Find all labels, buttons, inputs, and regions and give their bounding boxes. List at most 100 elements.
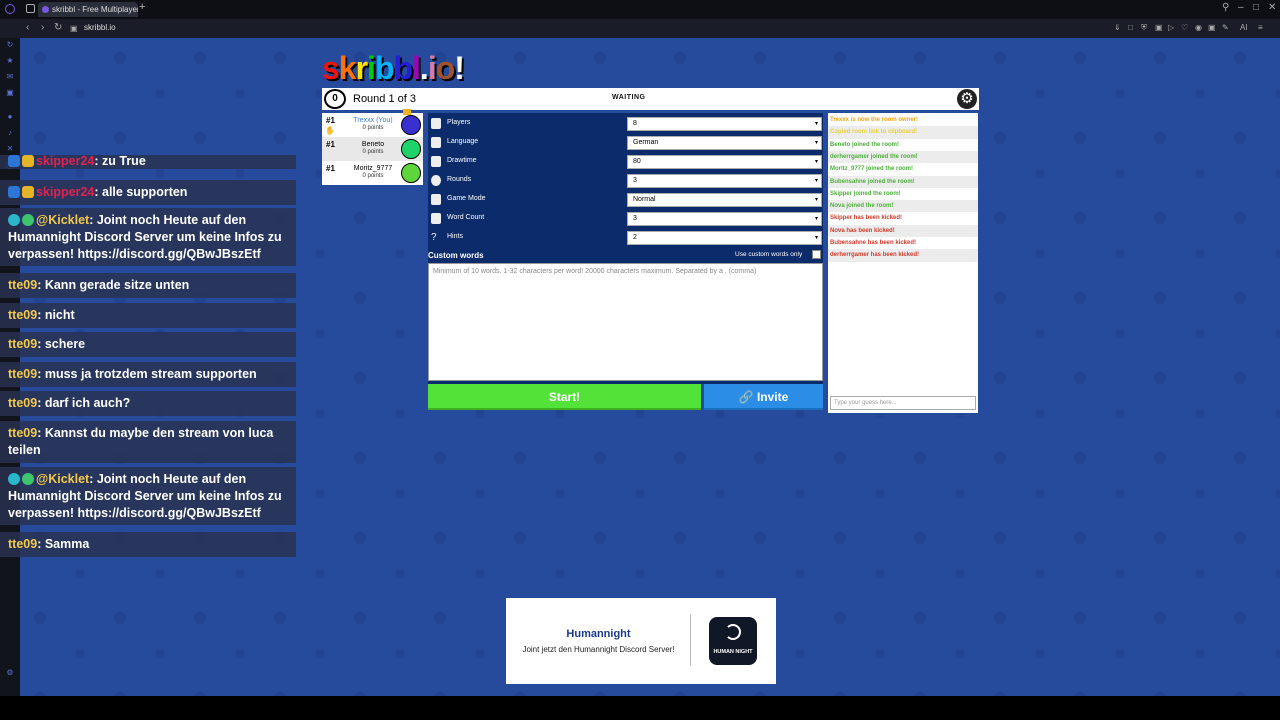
chat-message: @Kicklet: Joint noch Heute auf den Human…	[0, 467, 296, 525]
select-value: German	[633, 139, 659, 146]
sidebar-bookmarks-icon[interactable]: ★	[5, 56, 15, 66]
logo-letter: r	[355, 50, 368, 86]
maximize-icon[interactable]: □	[1253, 2, 1259, 13]
site-info-icon[interactable]: ▣	[70, 24, 78, 33]
players-select[interactable]: 8 ▾	[627, 117, 822, 131]
url-field[interactable]: skribbl.io	[84, 23, 116, 32]
sidebar-history-icon[interactable]: ↻	[5, 40, 15, 50]
new-tab-button[interactable]: +	[139, 1, 145, 13]
setting-label: Hints	[447, 233, 463, 240]
log-entry: Trexxx is now the room owner!	[830, 117, 919, 123]
minimize-icon[interactable]: –	[1238, 2, 1244, 13]
wallet-icon[interactable]: ▣	[1208, 23, 1216, 32]
owner-crown-icon	[403, 109, 411, 115]
chat-username: tte09	[8, 278, 38, 292]
room-settings: Players 8 ▾ Language German ▾ Drawtime 80 ▾…	[428, 113, 823, 384]
sidebar-x-icon[interactable]: ✕	[5, 144, 15, 154]
banner-title: Humannight	[566, 628, 631, 640]
setting-label: Word Count	[447, 214, 485, 221]
logo-letter: b	[374, 50, 395, 86]
chevron-down-icon: ▾	[814, 216, 818, 222]
player-rank: #1	[326, 164, 335, 173]
chevron-down-icon: ▾	[814, 197, 818, 203]
logo-letter: s	[322, 50, 340, 86]
play-icon[interactable]: ▷	[1168, 23, 1174, 32]
custom-words-title: Custom words	[428, 251, 484, 260]
logo-letter: b	[393, 50, 413, 86]
menu-icon[interactable]: ≡	[1258, 23, 1263, 32]
sidebar-settings-icon[interactable]: ⚙	[5, 668, 15, 678]
player-row[interactable]: #1 Beneto 0 points	[322, 137, 423, 161]
download-icon[interactable]: ⇓	[1114, 23, 1121, 32]
sidebar-notes-icon[interactable]: ▣	[5, 88, 15, 98]
game-mode-select[interactable]: Normal ▾	[627, 193, 822, 207]
custom-words-only-label: Use custom words only	[735, 251, 803, 258]
sidebar-tiktok-icon[interactable]: ♪	[5, 128, 15, 138]
start-button[interactable]: Start!	[428, 384, 701, 410]
skribbl-logo[interactable]: skribbl.io!	[322, 50, 465, 87]
chat-username: @Kicklet	[36, 213, 90, 227]
log-entry: derherrgamer joined the room!	[828, 150, 978, 164]
log-entry: Bubensahne joined the room!	[828, 175, 978, 188]
chat-message: tte09: Samma	[0, 532, 296, 557]
sidebar-messenger-icon[interactable]: ✉	[5, 72, 15, 82]
camera-icon[interactable]: ◉	[1195, 23, 1202, 32]
logo-letter: o	[435, 50, 456, 86]
drawtime-select[interactable]: 80 ▾	[627, 155, 822, 169]
player-avatar	[401, 139, 421, 159]
language-select[interactable]: German ▾	[627, 136, 822, 150]
link-icon: 🔗	[738, 390, 757, 404]
browser-logo-icon[interactable]	[5, 4, 15, 14]
log-entry: Skipper joined the room!	[830, 190, 901, 197]
log-entry: derherrgamer has been kicked!	[828, 249, 978, 262]
humannight-banner[interactable]: Humannight Joint jetzt den Humannight Di…	[506, 598, 776, 684]
player-row[interactable]: #1 Trexxx (You) 0 points ✋	[322, 109, 423, 137]
tab-bar: skribbl - Free Multiplayer + ⚲ – □ ✕	[0, 0, 1280, 19]
tab-skribbl[interactable]: skribbl - Free Multiplayer	[38, 2, 138, 17]
chat-message: tte09: muss ja trotzdem stream supporten	[0, 362, 296, 387]
bot-badge-icon	[8, 214, 20, 226]
setting-label: Players	[447, 119, 471, 126]
ai-button[interactable]: AI	[1240, 23, 1248, 32]
guess-input[interactable]: Type your guess here...	[830, 396, 976, 410]
sidebar-discord-icon[interactable]: ●	[5, 112, 15, 122]
chat-message: tte09: Kannst du maybe den stream von lu…	[0, 421, 296, 463]
badge-icon	[22, 186, 34, 198]
vpn-icon[interactable]: ▣	[1155, 23, 1163, 32]
chevron-down-icon: ▾	[814, 159, 818, 165]
back-icon[interactable]: ‹	[26, 22, 29, 33]
setting-players: Players 8 ▾	[428, 116, 823, 132]
extensions-icon[interactable]: ✎	[1222, 23, 1229, 32]
chat-username: tte09	[8, 337, 38, 351]
close-icon[interactable]: ✕	[1268, 2, 1276, 13]
screenshot-icon[interactable]: □	[1128, 23, 1133, 32]
select-value: 80	[633, 158, 641, 165]
custom-words-only-checkbox[interactable]	[812, 250, 821, 259]
player-avatar	[401, 163, 421, 183]
search-icon[interactable]: ⚲	[1222, 2, 1229, 13]
settings-gear-icon[interactable]: ⚙	[957, 89, 977, 109]
word-count-select[interactable]: 3 ▾	[627, 212, 822, 226]
moon-icon	[725, 624, 741, 640]
shield-icon[interactable]: ⛨	[1141, 23, 1147, 33]
word-count-icon	[431, 213, 441, 224]
player-row[interactable]: #1 Moritz_9777 0 points	[322, 161, 423, 185]
forward-icon[interactable]: ›	[41, 22, 44, 33]
chat-message: tte09: nicht	[0, 303, 296, 328]
humannight-logo-text: HUMAN NIGHT	[713, 649, 753, 655]
chat-text: : Kann gerade sitze unten	[37, 278, 190, 292]
hints-select[interactable]: 2 ▾	[627, 231, 822, 245]
rounds-select[interactable]: 3 ▾	[627, 174, 822, 188]
invite-button[interactable]: 🔗 Invite	[704, 384, 823, 410]
tab-list-icon[interactable]	[26, 4, 35, 13]
custom-words-textarea[interactable]: Minimum of 10 words. 1-32 characters per…	[428, 263, 823, 381]
player-rank: #1	[326, 116, 335, 125]
heart-icon[interactable]: ♡	[1181, 23, 1188, 32]
chat-username: skipper24	[36, 185, 95, 199]
chat-message: tte09: schere	[0, 332, 296, 357]
player-name: Moritz_9777	[353, 165, 393, 172]
setting-label: Rounds	[447, 176, 472, 183]
reload-icon[interactable]: ↻	[54, 22, 62, 33]
setting-rounds: Rounds 3 ▾	[428, 173, 823, 189]
game-mode-icon	[431, 194, 441, 205]
